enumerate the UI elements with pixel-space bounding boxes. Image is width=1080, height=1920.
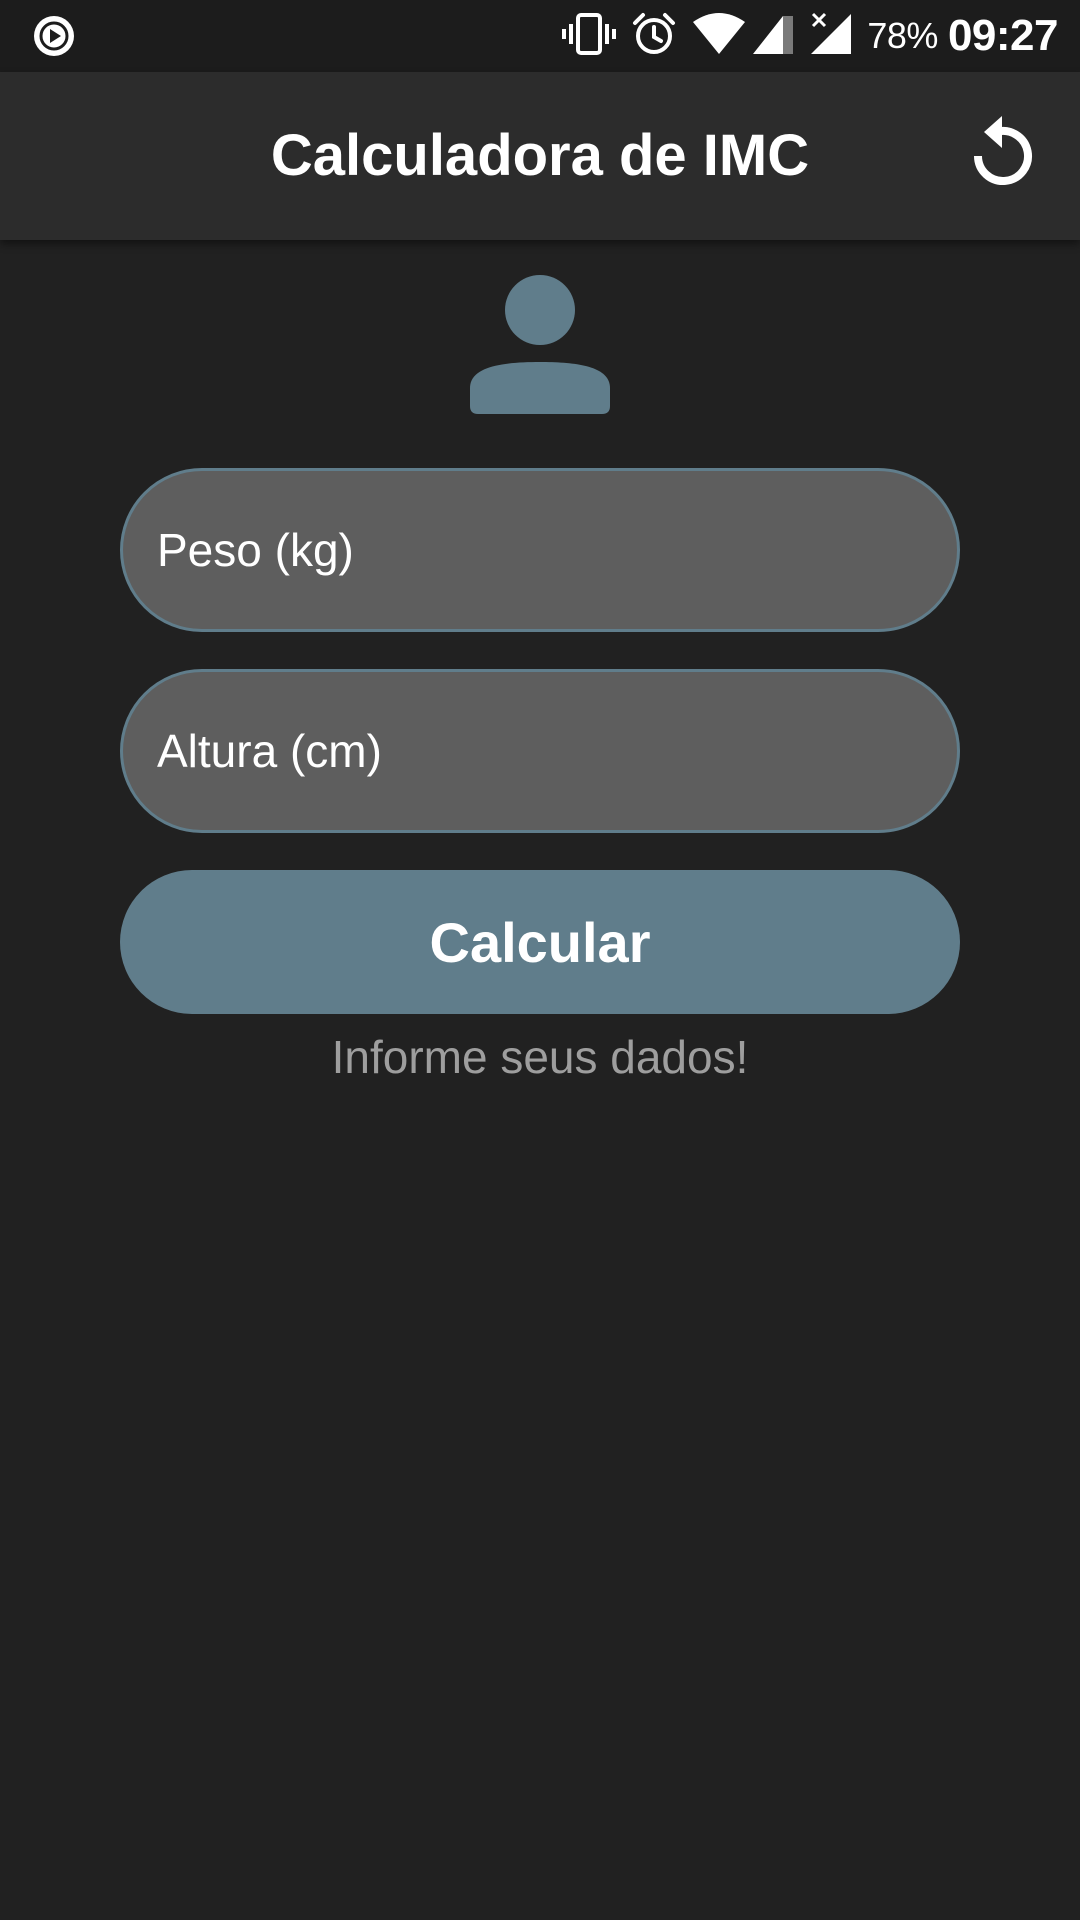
alarm-icon <box>631 11 677 62</box>
clock: 09:27 <box>947 11 1059 60</box>
calculate-button[interactable]: Calcular <box>120 870 960 1014</box>
page-title: Calculadora de IMC <box>270 123 810 188</box>
height-input[interactable] <box>120 669 960 833</box>
weight-input[interactable] <box>120 468 960 632</box>
refresh-icon <box>958 116 1046 202</box>
play-circle-icon <box>32 14 76 58</box>
vibrate-icon <box>561 12 617 61</box>
info-text: Informe seus dados! <box>331 1031 749 1083</box>
status-icons: 78% 09:27 <box>547 0 1059 72</box>
signal-no-sim-icon <box>809 12 853 61</box>
signal-icon <box>751 12 795 61</box>
person-icon <box>464 270 616 422</box>
app-bar: Calculadora de IMC <box>0 72 1080 240</box>
refresh-button[interactable] <box>958 110 1046 198</box>
battery-level: 78% <box>867 15 938 56</box>
wifi-icon <box>691 12 747 61</box>
status-bar: 78% 09:27 <box>0 0 1080 72</box>
